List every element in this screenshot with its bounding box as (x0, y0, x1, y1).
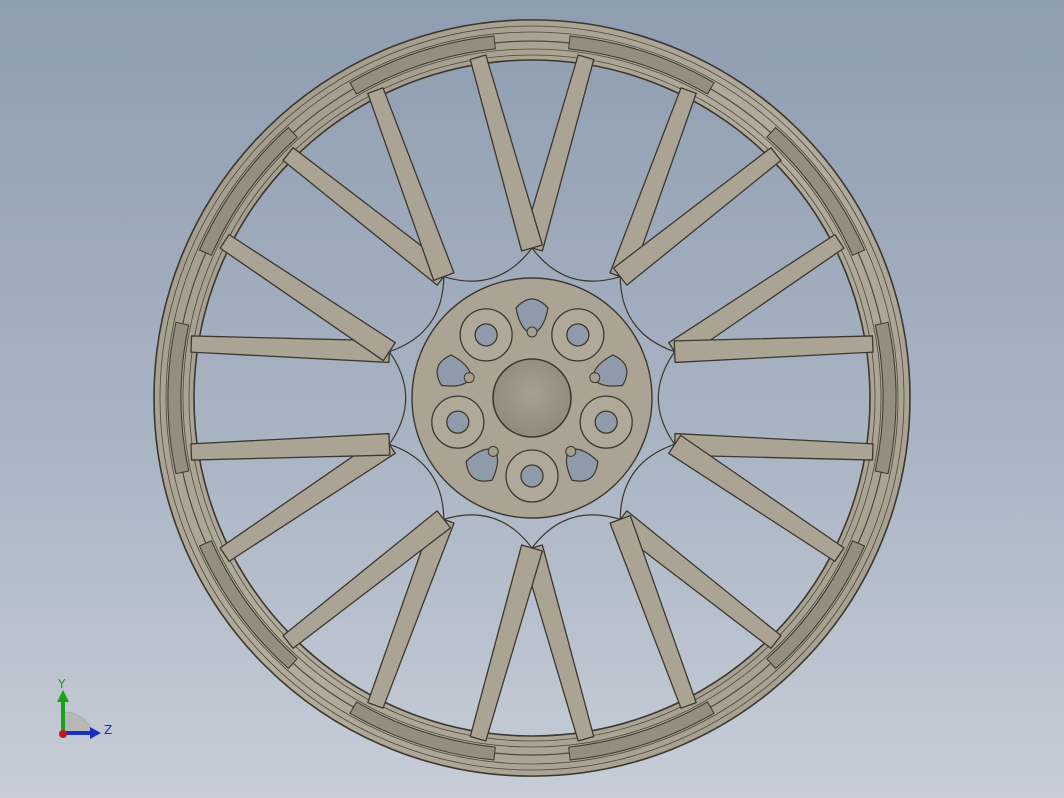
z-axis-arrowhead (90, 727, 101, 739)
web-curve (443, 247, 533, 282)
lug-hole (594, 410, 618, 434)
web-curve (657, 351, 676, 445)
z-axis-label: Z (104, 723, 112, 737)
spoke (190, 432, 391, 461)
web-curve (388, 351, 407, 445)
center-bore (492, 358, 572, 438)
valve-pin (487, 445, 499, 457)
rim-pocket (198, 126, 298, 256)
lug-hole (474, 323, 498, 347)
web-curve (443, 514, 533, 549)
valve-pin (589, 372, 601, 384)
web-curve (531, 247, 621, 282)
web-curve (531, 514, 621, 549)
spoke (469, 544, 544, 742)
rim-pocket (766, 540, 866, 670)
x-axis-dot (59, 730, 67, 738)
lug-hole (520, 464, 544, 488)
triad-plane-icon (62, 711, 94, 733)
rim-pocket (766, 126, 866, 256)
coordinate-triad[interactable]: Y Z (40, 670, 130, 750)
lug-hole (566, 323, 590, 347)
wheel-model[interactable] (0, 0, 1064, 798)
spoke (469, 54, 544, 252)
valve-pin (526, 326, 538, 338)
y-axis-arrowhead (57, 690, 69, 702)
y-axis-label: Y (57, 677, 66, 691)
valve-pin (463, 372, 475, 384)
valve-pin (565, 445, 577, 457)
spoke (673, 335, 874, 364)
lug-hole (446, 410, 470, 434)
graphics-viewport[interactable]: Y Z (0, 0, 1064, 798)
rim-pocket (198, 540, 298, 670)
